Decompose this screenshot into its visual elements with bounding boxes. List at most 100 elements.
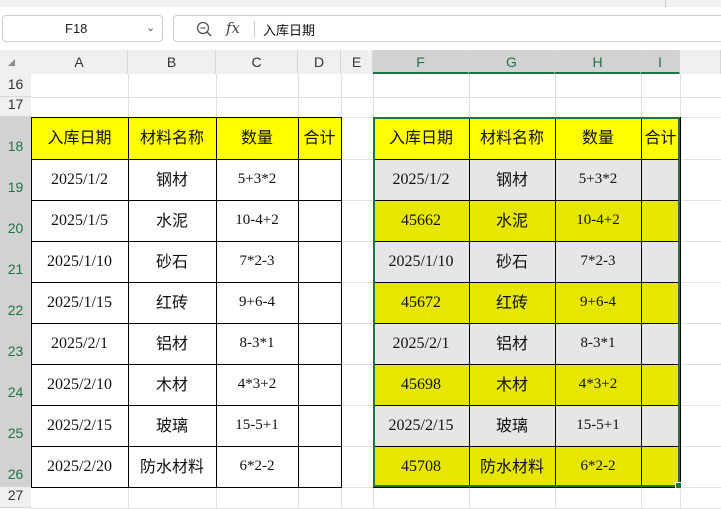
left-cell[interactable]: 铝材 xyxy=(128,323,216,364)
column-header-h[interactable]: H xyxy=(555,50,641,74)
left-header-cell[interactable]: 材料名称 xyxy=(128,117,216,159)
right-cell[interactable]: 2025/1/2 xyxy=(373,159,469,200)
right-cell[interactable]: 7*2-3 xyxy=(555,241,641,282)
right-cell[interactable]: 5+3*2 xyxy=(555,159,641,200)
left-cell[interactable]: 10-4+2 xyxy=(216,200,298,241)
left-cell[interactable]: 2025/2/15 xyxy=(31,405,128,446)
left-cell[interactable]: 4*3+2 xyxy=(216,364,298,405)
right-cell[interactable]: 红砖 xyxy=(469,282,555,323)
right-header-cell[interactable]: 材料名称 xyxy=(469,117,555,159)
left-cell[interactable]: 5+3*2 xyxy=(216,159,298,200)
row-header-22[interactable]: 22 xyxy=(0,282,31,323)
right-cell[interactable]: 4*3+2 xyxy=(555,364,641,405)
left-cell[interactable]: 2025/1/15 xyxy=(31,282,128,323)
right-cell[interactable]: 15-5+1 xyxy=(555,405,641,446)
column-header-f[interactable]: F xyxy=(373,50,469,74)
right-cell[interactable] xyxy=(641,282,680,323)
right-cell[interactable] xyxy=(641,446,680,487)
right-cell[interactable]: 玻璃 xyxy=(469,405,555,446)
right-cell[interactable]: 木材 xyxy=(469,364,555,405)
left-cell[interactable]: 砂石 xyxy=(128,241,216,282)
left-header-cell[interactable]: 合计 xyxy=(298,117,341,159)
right-cell[interactable]: 防水材料 xyxy=(469,446,555,487)
row-header-25[interactable]: 25 xyxy=(0,405,31,446)
name-box[interactable]: F18 ⌄ xyxy=(2,15,163,42)
left-cell[interactable]: 2025/2/10 xyxy=(31,364,128,405)
column-header-i[interactable]: I xyxy=(641,50,680,74)
right-header-cell[interactable]: 入库日期 xyxy=(373,117,469,159)
formula-content[interactable]: 入库日期 xyxy=(263,20,315,39)
left-cell[interactable]: 钢材 xyxy=(128,159,216,200)
right-cell[interactable]: 45698 xyxy=(373,364,469,405)
right-cell[interactable]: 水泥 xyxy=(469,200,555,241)
right-cell[interactable] xyxy=(641,405,680,446)
right-cell[interactable]: 10-4+2 xyxy=(555,200,641,241)
right-cell[interactable]: 8-3*1 xyxy=(555,323,641,364)
row-header-20[interactable]: 20 xyxy=(0,200,31,241)
right-cell[interactable]: 45662 xyxy=(373,200,469,241)
column-header-c[interactable]: C xyxy=(216,50,298,74)
right-cell[interactable] xyxy=(641,159,680,200)
row-header-18[interactable]: 18 xyxy=(0,117,31,159)
left-cell[interactable]: 水泥 xyxy=(128,200,216,241)
right-cell[interactable] xyxy=(641,323,680,364)
row-header-19[interactable]: 19 xyxy=(0,159,31,200)
left-cell[interactable]: 2025/1/2 xyxy=(31,159,128,200)
column-header-d[interactable]: D xyxy=(298,50,341,74)
right-cell[interactable]: 砂石 xyxy=(469,241,555,282)
left-cell[interactable]: 2025/1/5 xyxy=(31,200,128,241)
left-cell[interactable] xyxy=(298,364,341,405)
left-cell[interactable] xyxy=(298,323,341,364)
left-cell[interactable]: 玻璃 xyxy=(128,405,216,446)
column-header-a[interactable]: A xyxy=(31,50,128,74)
left-cell[interactable]: 2025/2/20 xyxy=(31,446,128,487)
right-cell[interactable]: 2025/2/1 xyxy=(373,323,469,364)
column-header-g[interactable]: G xyxy=(469,50,555,74)
left-cell[interactable] xyxy=(298,159,341,200)
zoom-icon[interactable] xyxy=(195,20,213,38)
right-cell[interactable]: 9+6-4 xyxy=(555,282,641,323)
left-header-cell[interactable]: 数量 xyxy=(216,117,298,159)
left-header-cell[interactable]: 入库日期 xyxy=(31,117,128,159)
left-cell[interactable] xyxy=(298,241,341,282)
left-cell[interactable] xyxy=(298,200,341,241)
right-cell[interactable]: 铝材 xyxy=(469,323,555,364)
left-cell[interactable]: 木材 xyxy=(128,364,216,405)
row-header-24[interactable]: 24 xyxy=(0,364,31,405)
right-cell[interactable]: 45708 xyxy=(373,446,469,487)
column-header-b[interactable]: B xyxy=(128,50,216,74)
right-cell[interactable]: 钢材 xyxy=(469,159,555,200)
left-cell[interactable]: 2025/2/1 xyxy=(31,323,128,364)
left-cell[interactable]: 6*2-2 xyxy=(216,446,298,487)
left-cell[interactable]: 防水材料 xyxy=(128,446,216,487)
select-all-corner[interactable] xyxy=(0,50,31,74)
row-header-21[interactable]: 21 xyxy=(0,241,31,282)
left-cell[interactable]: 8-3*1 xyxy=(216,323,298,364)
right-cell[interactable] xyxy=(641,200,680,241)
right-cell[interactable] xyxy=(641,364,680,405)
chevron-down-icon[interactable]: ⌄ xyxy=(146,21,155,34)
row-header-26[interactable]: 26 xyxy=(0,446,31,487)
fill-handle[interactable] xyxy=(675,482,682,489)
left-cell[interactable] xyxy=(298,446,341,487)
right-header-cell[interactable]: 合计 xyxy=(641,117,680,159)
right-cell[interactable]: 6*2-2 xyxy=(555,446,641,487)
column-header-e[interactable]: E xyxy=(341,50,373,74)
left-cell[interactable]: 2025/1/10 xyxy=(31,241,128,282)
row-header-23[interactable]: 23 xyxy=(0,323,31,364)
left-cell[interactable] xyxy=(298,282,341,323)
right-cell[interactable] xyxy=(641,241,680,282)
right-header-cell[interactable]: 数量 xyxy=(555,117,641,159)
right-cell[interactable]: 45672 xyxy=(373,282,469,323)
left-cell[interactable]: 9+6-4 xyxy=(216,282,298,323)
formula-bar[interactable]: fx 入库日期 xyxy=(173,15,721,42)
left-cell[interactable]: 15-5+1 xyxy=(216,405,298,446)
left-cell[interactable]: 红砖 xyxy=(128,282,216,323)
right-cell[interactable]: 2025/1/10 xyxy=(373,241,469,282)
fx-icon[interactable]: fx xyxy=(226,19,240,37)
row-header-17[interactable]: 17 xyxy=(0,96,31,117)
row-header-16[interactable]: 16 xyxy=(0,74,31,97)
left-cell[interactable]: 7*2-3 xyxy=(216,241,298,282)
right-cell[interactable]: 2025/2/15 xyxy=(373,405,469,446)
row-header-27[interactable]: 27 xyxy=(0,487,31,508)
